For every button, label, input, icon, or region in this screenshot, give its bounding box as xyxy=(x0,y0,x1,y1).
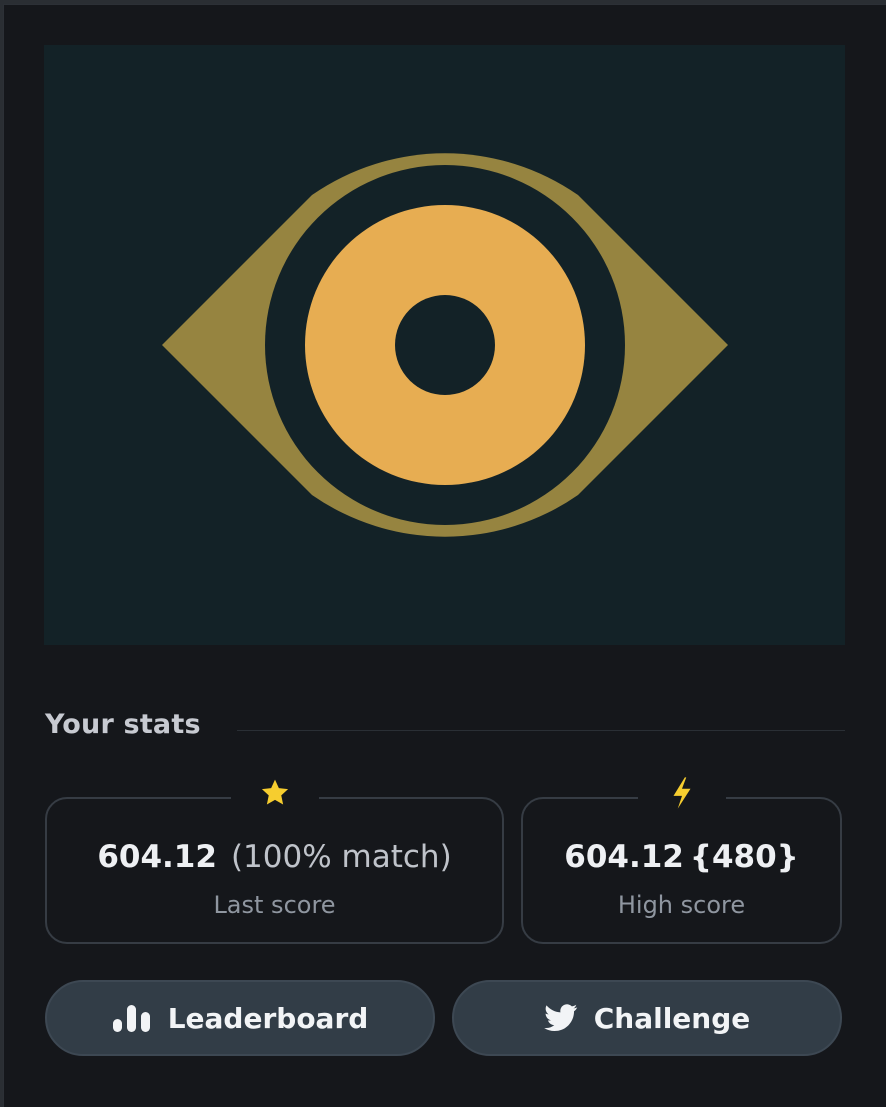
last-score-line: 604.12 (100% match) xyxy=(47,839,502,875)
last-score-label: Last score xyxy=(213,891,336,919)
star-icon xyxy=(261,779,288,805)
challenge-label: Challenge xyxy=(593,1001,751,1035)
twitter-icon xyxy=(543,1004,578,1032)
lightning-icon xyxy=(673,777,690,809)
leaderboard-label: Leaderboard xyxy=(167,1001,369,1035)
challenge-button[interactable]: Challenge xyxy=(452,980,842,1056)
high-score-badge xyxy=(637,773,726,813)
puzzle-artwork xyxy=(44,45,845,645)
stats-title: Your stats xyxy=(45,709,201,740)
high-score-card: 604.12 {480} High score xyxy=(521,773,842,944)
stats-divider xyxy=(237,730,845,731)
last-score-card: 604.12 (100% match) Last score xyxy=(45,773,504,944)
bar-chart-icon xyxy=(112,1003,152,1033)
high-score-label: High score xyxy=(617,891,746,919)
stats-header: Your stats xyxy=(45,709,845,749)
high-score-line: 604.12 {480} xyxy=(523,839,840,875)
result-panel: Your stats 604.12 (100% match) Last score… xyxy=(3,4,886,1107)
last-score-match: (100% match) xyxy=(230,839,452,875)
last-score-badge xyxy=(230,773,319,813)
leaderboard-button[interactable]: Leaderboard xyxy=(45,980,435,1056)
high-score-value: 604.12 xyxy=(564,839,684,875)
high-score-best: {480} xyxy=(689,839,799,875)
last-score-value: 604.12 xyxy=(97,839,217,875)
eye-illustration xyxy=(162,153,728,537)
eye-pupil xyxy=(395,295,495,395)
